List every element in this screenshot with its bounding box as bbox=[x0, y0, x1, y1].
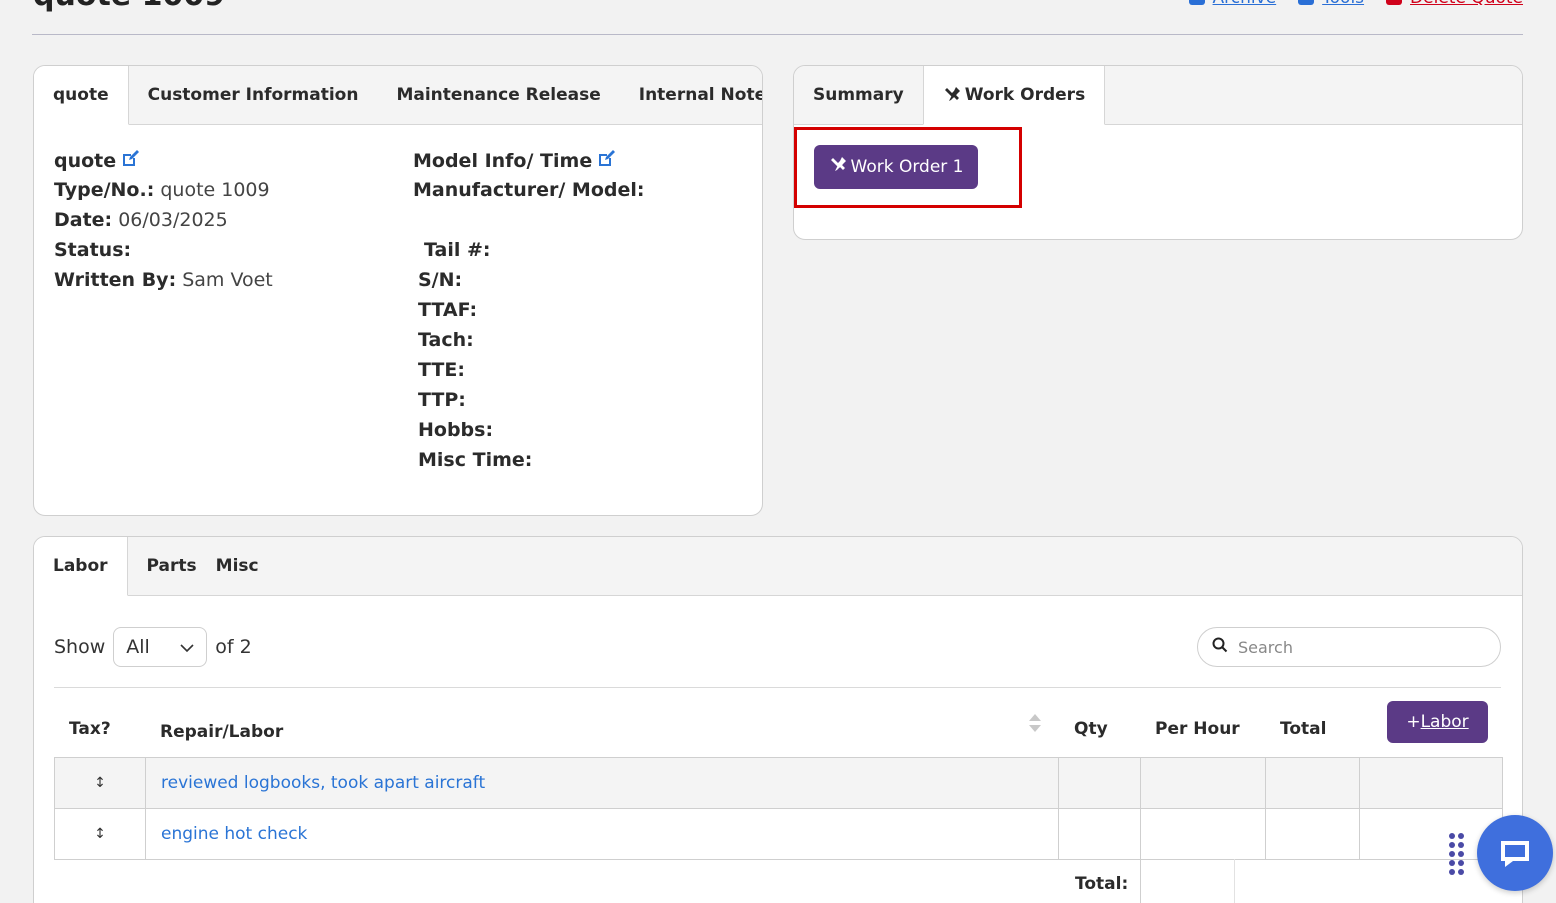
manufacturer-model-label: Manufacturer/ Model: bbox=[413, 179, 645, 201]
tab-quote[interactable]: quote bbox=[34, 66, 129, 125]
drag-handle-icon[interactable]: ↕ bbox=[54, 757, 146, 809]
trash-icon bbox=[1386, 0, 1403, 5]
col-total[interactable]: Total bbox=[1280, 719, 1326, 739]
title-divider bbox=[32, 34, 1523, 35]
tab-labor[interactable]: Labor bbox=[34, 537, 128, 596]
page-size-value: All bbox=[126, 636, 150, 658]
tab-misc[interactable]: Misc bbox=[216, 537, 278, 595]
page-size-select[interactable]: All bbox=[113, 627, 208, 667]
labor-description[interactable]: reviewed logbooks, took apart aircraft bbox=[145, 757, 1059, 809]
tab-parts[interactable]: Parts bbox=[128, 537, 216, 595]
quote-card: quote Customer Information Maintenance R… bbox=[33, 65, 763, 516]
actions-cell bbox=[1359, 757, 1503, 809]
col-repair-labor[interactable]: Repair/Labor bbox=[160, 722, 283, 742]
add-labor-label: Labor bbox=[1420, 712, 1469, 732]
col-tax[interactable]: Tax? bbox=[69, 719, 111, 739]
table-row[interactable]: ↕ reviewed logbooks, took apart aircraft bbox=[54, 757, 1503, 809]
work-order-1-label: Work Order 1 bbox=[850, 157, 964, 177]
type-no-row: Type/No.: quote 1009 bbox=[54, 179, 270, 201]
hobbs-label: Hobbs: bbox=[418, 419, 494, 441]
tab-internal-notes[interactable]: Internal Notes bbox=[620, 66, 762, 124]
work-orders-card: Summary Work Orders Work Order 1 bbox=[793, 65, 1523, 240]
ttp-label: TTP: bbox=[418, 389, 466, 411]
model-info-heading: Model Info/ Time bbox=[413, 149, 616, 174]
labor-tabbar: Labor Parts Misc bbox=[34, 537, 1522, 596]
add-labor-button[interactable]: + Labor bbox=[1387, 701, 1488, 743]
date-row: Date: 06/03/2025 bbox=[54, 209, 228, 231]
quote-heading: quote bbox=[54, 149, 140, 174]
work-order-1-button[interactable]: Work Order 1 bbox=[814, 145, 978, 189]
search-icon bbox=[1212, 637, 1228, 657]
tools-icon bbox=[943, 86, 961, 104]
tab-work-orders-label: Work Orders bbox=[964, 85, 1086, 105]
show-label: Show bbox=[54, 636, 106, 658]
total-cell bbox=[1265, 757, 1360, 809]
written-by-row: Written By: Sam Voet bbox=[54, 269, 273, 291]
grand-total-cells bbox=[1140, 859, 1360, 903]
tail-label: Tail #: bbox=[424, 239, 491, 261]
tab-summary[interactable]: Summary bbox=[794, 66, 923, 124]
total-cell bbox=[1265, 808, 1360, 860]
toolbar-divider bbox=[54, 687, 1501, 688]
delete-quote-label: Delete Quote bbox=[1410, 0, 1523, 8]
labor-card: Labor Parts Misc Show All of 2 Tax? Repa… bbox=[33, 536, 1523, 903]
labor-description[interactable]: engine hot check bbox=[145, 808, 1059, 860]
status-row: Status: bbox=[54, 239, 132, 261]
table-row[interactable]: ↕ engine hot check bbox=[54, 808, 1503, 860]
per-hour-cell[interactable] bbox=[1140, 757, 1266, 809]
ttaf-label: TTAF: bbox=[418, 299, 478, 321]
page-title: quote 1009 bbox=[33, 0, 225, 13]
misc-time-label: Misc Time: bbox=[418, 449, 533, 471]
qty-cell[interactable] bbox=[1058, 808, 1141, 860]
archive-icon bbox=[1188, 0, 1205, 5]
page-size-control: Show All of 2 bbox=[54, 627, 252, 667]
written-by-value: Sam Voet bbox=[182, 269, 273, 291]
tools-link[interactable]: Tools bbox=[1298, 0, 1364, 8]
search-input[interactable] bbox=[1238, 637, 1478, 657]
sort-icon[interactable] bbox=[1029, 714, 1041, 736]
delete-quote-link[interactable]: Delete Quote bbox=[1386, 0, 1523, 8]
archive-label: Archive bbox=[1213, 0, 1277, 8]
tab-work-orders[interactable]: Work Orders bbox=[922, 66, 1106, 125]
tools-icon bbox=[1298, 0, 1315, 5]
grand-total-label: Total: bbox=[1075, 874, 1129, 894]
type-no-value: quote 1009 bbox=[160, 179, 270, 201]
sn-label: S/N: bbox=[418, 269, 463, 291]
date-value: 06/03/2025 bbox=[118, 209, 228, 231]
quote-tabbar: quote Customer Information Maintenance R… bbox=[34, 66, 762, 125]
col-per-hour[interactable]: Per Hour bbox=[1155, 719, 1240, 739]
drag-grip-icon[interactable] bbox=[1449, 833, 1464, 875]
of-count-label: of 2 bbox=[215, 636, 252, 658]
chevron-down-icon bbox=[180, 636, 194, 658]
chat-icon[interactable] bbox=[1477, 815, 1553, 891]
drag-handle-icon[interactable]: ↕ bbox=[54, 808, 146, 860]
col-qty[interactable]: Qty bbox=[1074, 719, 1108, 739]
per-hour-cell[interactable] bbox=[1140, 808, 1266, 860]
tools-icon bbox=[829, 156, 847, 179]
search-box[interactable] bbox=[1197, 627, 1501, 667]
edit-icon[interactable] bbox=[120, 149, 140, 174]
tools-label: Tools bbox=[1322, 0, 1364, 8]
edit-icon[interactable] bbox=[596, 149, 616, 174]
tab-customer-information[interactable]: Customer Information bbox=[129, 66, 378, 124]
qty-cell[interactable] bbox=[1058, 757, 1141, 809]
tach-label: Tach: bbox=[418, 329, 474, 351]
tab-maintenance-release[interactable]: Maintenance Release bbox=[377, 66, 619, 124]
top-actions: Archive Tools Delete Quote bbox=[1188, 0, 1523, 8]
tte-label: TTE: bbox=[418, 359, 465, 381]
work-orders-tabbar: Summary Work Orders bbox=[794, 66, 1522, 125]
labor-table: ↕ reviewed logbooks, took apart aircraft… bbox=[54, 757, 1503, 860]
archive-link[interactable]: Archive bbox=[1188, 0, 1277, 8]
